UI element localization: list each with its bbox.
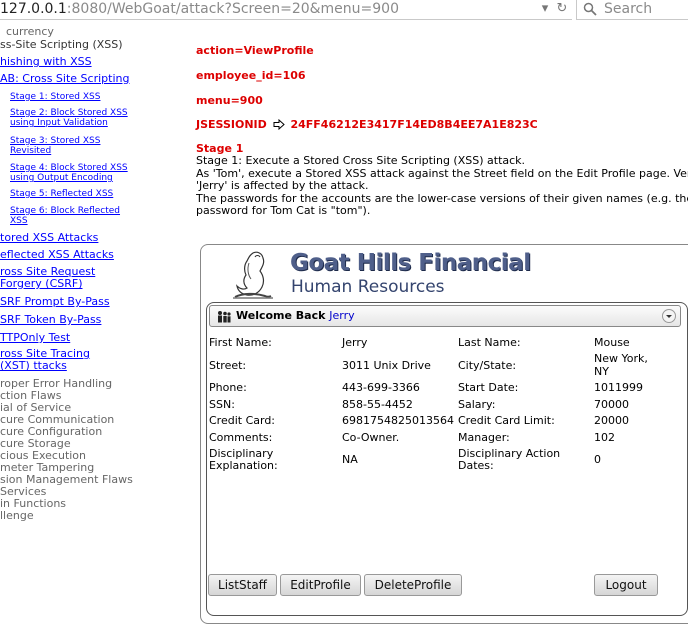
dropdown-arrow-icon[interactable]: ▾	[538, 2, 552, 16]
last-name-value: Mouse	[594, 336, 630, 349]
search-placeholder: Search	[604, 1, 653, 17]
credit-limit-value: 20000	[594, 414, 629, 427]
chevron-down-icon	[666, 315, 672, 318]
nav-item-csrf-token[interactable]: SRF Token By-Pass	[0, 313, 101, 326]
nav-item-xss[interactable]: ss-Site Scripting (XSS)	[0, 38, 123, 51]
city-value: New York,	[594, 352, 648, 365]
comments-value: Co-Owner.	[342, 431, 400, 444]
start-date-label: Start Date:	[458, 381, 519, 394]
jsessionid-value: 24FF46212E3417F14ED8B4EE7A1E823C	[290, 118, 538, 131]
credit-card-label: Credit Card:	[209, 414, 276, 427]
people-icon	[218, 311, 231, 323]
app-title: Goat Hills Financial	[290, 250, 531, 276]
nav-item-lab-xss[interactable]: AB: Cross Site Scripting	[0, 72, 129, 85]
nav-item-stage-2[interactable]: Stage 2: Block Stored XSS using Input Va…	[10, 108, 128, 128]
credit-limit-label: Credit Card Limit:	[458, 414, 555, 427]
disciplinary-dates-value: 0	[594, 453, 601, 466]
welcome-label: Welcome Back	[236, 309, 326, 322]
street-value: 3011 Unix Drive	[342, 359, 431, 372]
disciplinary-value: NA	[342, 453, 358, 466]
welcome-text: Welcome Back Jerry	[236, 309, 355, 322]
nav-item-stage-1[interactable]: Stage 1: Stored XSS	[10, 92, 128, 102]
phone-label: Phone:	[209, 381, 247, 394]
nav-item-csrf-prompt[interactable]: SRF Prompt By-Pass	[0, 295, 110, 308]
street-label: Street:	[209, 359, 247, 372]
param-employee-id: employee_id=106	[196, 69, 306, 82]
stage-description: Stage 1: Execute a Stored Cross Site Scr…	[196, 155, 688, 218]
url-bar[interactable]: 127.0.0.1:8080/WebGoat/attack?Screen=20&…	[0, 0, 572, 20]
collapse-button[interactable]	[662, 309, 676, 323]
param-menu: menu=900	[196, 94, 263, 107]
state-value: NY	[594, 365, 609, 378]
last-name-label: Last Name:	[458, 336, 521, 349]
lesson-nav: currency ss-Site Scripting (XSS) hishing…	[0, 22, 190, 621]
stage-line: Stage 1: Execute a Stored Cross Site Scr…	[196, 155, 526, 167]
ssn-value: 858-55-4452	[342, 398, 413, 411]
nav-item-stored-xss[interactable]: tored XSS Attacks	[0, 231, 98, 244]
param-jsessionid: JSESSIONID 24FF46212E3417F14ED8B4EE7A1E8…	[196, 118, 538, 131]
nav-item-stage-3[interactable]: Stage 3: Stored XSS Revisited	[10, 136, 128, 156]
delete-profile-button[interactable]: DeleteProfile	[364, 574, 462, 596]
search-icon	[583, 2, 597, 16]
url-text[interactable]: 127.0.0.1:8080/WebGoat/attack?Screen=20&…	[0, 0, 399, 19]
nav-item-httponly[interactable]: TTPOnly Test	[0, 331, 70, 344]
logout-button[interactable]: Logout	[594, 574, 658, 596]
nav-item-xst[interactable]: ross Site Tracing (XST) ttacks	[0, 348, 112, 372]
nav-item-concurrency[interactable]: currency	[6, 25, 54, 38]
nav-item-stage-4[interactable]: Stage 4: Block Stored XSS using Output E…	[10, 163, 128, 183]
goat-logo-icon	[233, 251, 273, 299]
profile-panel	[206, 302, 688, 616]
manager-value: 102	[594, 431, 615, 444]
search-input[interactable]: Search	[576, 0, 688, 20]
nav-section-challenge[interactable]: llenge	[0, 510, 34, 522]
stage-line: 'Jerry' is affected by the attack.	[196, 179, 369, 193]
stage-line: password for Tom Cat is "tom").	[196, 204, 371, 218]
nav-item-reflected-xss[interactable]: eflected XSS Attacks	[0, 248, 114, 261]
first-name-value: Jerry	[342, 336, 368, 349]
reload-icon[interactable]: ↻	[555, 2, 569, 16]
disciplinary-label-line2: Explanation:	[209, 459, 278, 472]
comments-label: Comments:	[209, 431, 273, 444]
welcome-bar: Welcome Back Jerry	[209, 305, 681, 327]
manager-label: Manager:	[458, 431, 510, 444]
stage-title: Stage 1	[196, 142, 244, 155]
salary-value: 70000	[594, 398, 629, 411]
list-staff-button[interactable]: ListStaff	[208, 574, 277, 596]
jsessionid-label: JSESSIONID	[196, 118, 267, 131]
nav-item-phishing-xss[interactable]: hishing with XSS	[0, 55, 92, 68]
start-date-value: 1011999	[594, 381, 643, 394]
disciplinary-dates-label-line2: Dates:	[458, 459, 494, 472]
first-name-label: First Name:	[209, 336, 272, 349]
nav-item-stage-5[interactable]: Stage 5: Reflected XSS	[10, 189, 128, 199]
nav-item-csrf[interactable]: ross Site Request Forgery (CSRF)	[0, 266, 130, 290]
arrow-right-icon	[273, 118, 285, 131]
nav-item-stage-6[interactable]: Stage 6: Block Reflected XSS	[10, 206, 128, 226]
salary-label: Salary:	[458, 398, 496, 411]
city-state-label: City/State:	[458, 359, 517, 372]
param-action: action=ViewProfile	[196, 44, 314, 57]
phone-value: 443-699-3366	[342, 381, 420, 394]
ssn-label: SSN:	[209, 398, 235, 411]
credit-card-value: 6981754825013564	[342, 414, 454, 427]
app-subtitle: Human Resources	[291, 277, 445, 297]
edit-profile-button[interactable]: EditProfile	[280, 574, 361, 596]
welcome-user-name[interactable]: Jerry	[329, 309, 354, 322]
